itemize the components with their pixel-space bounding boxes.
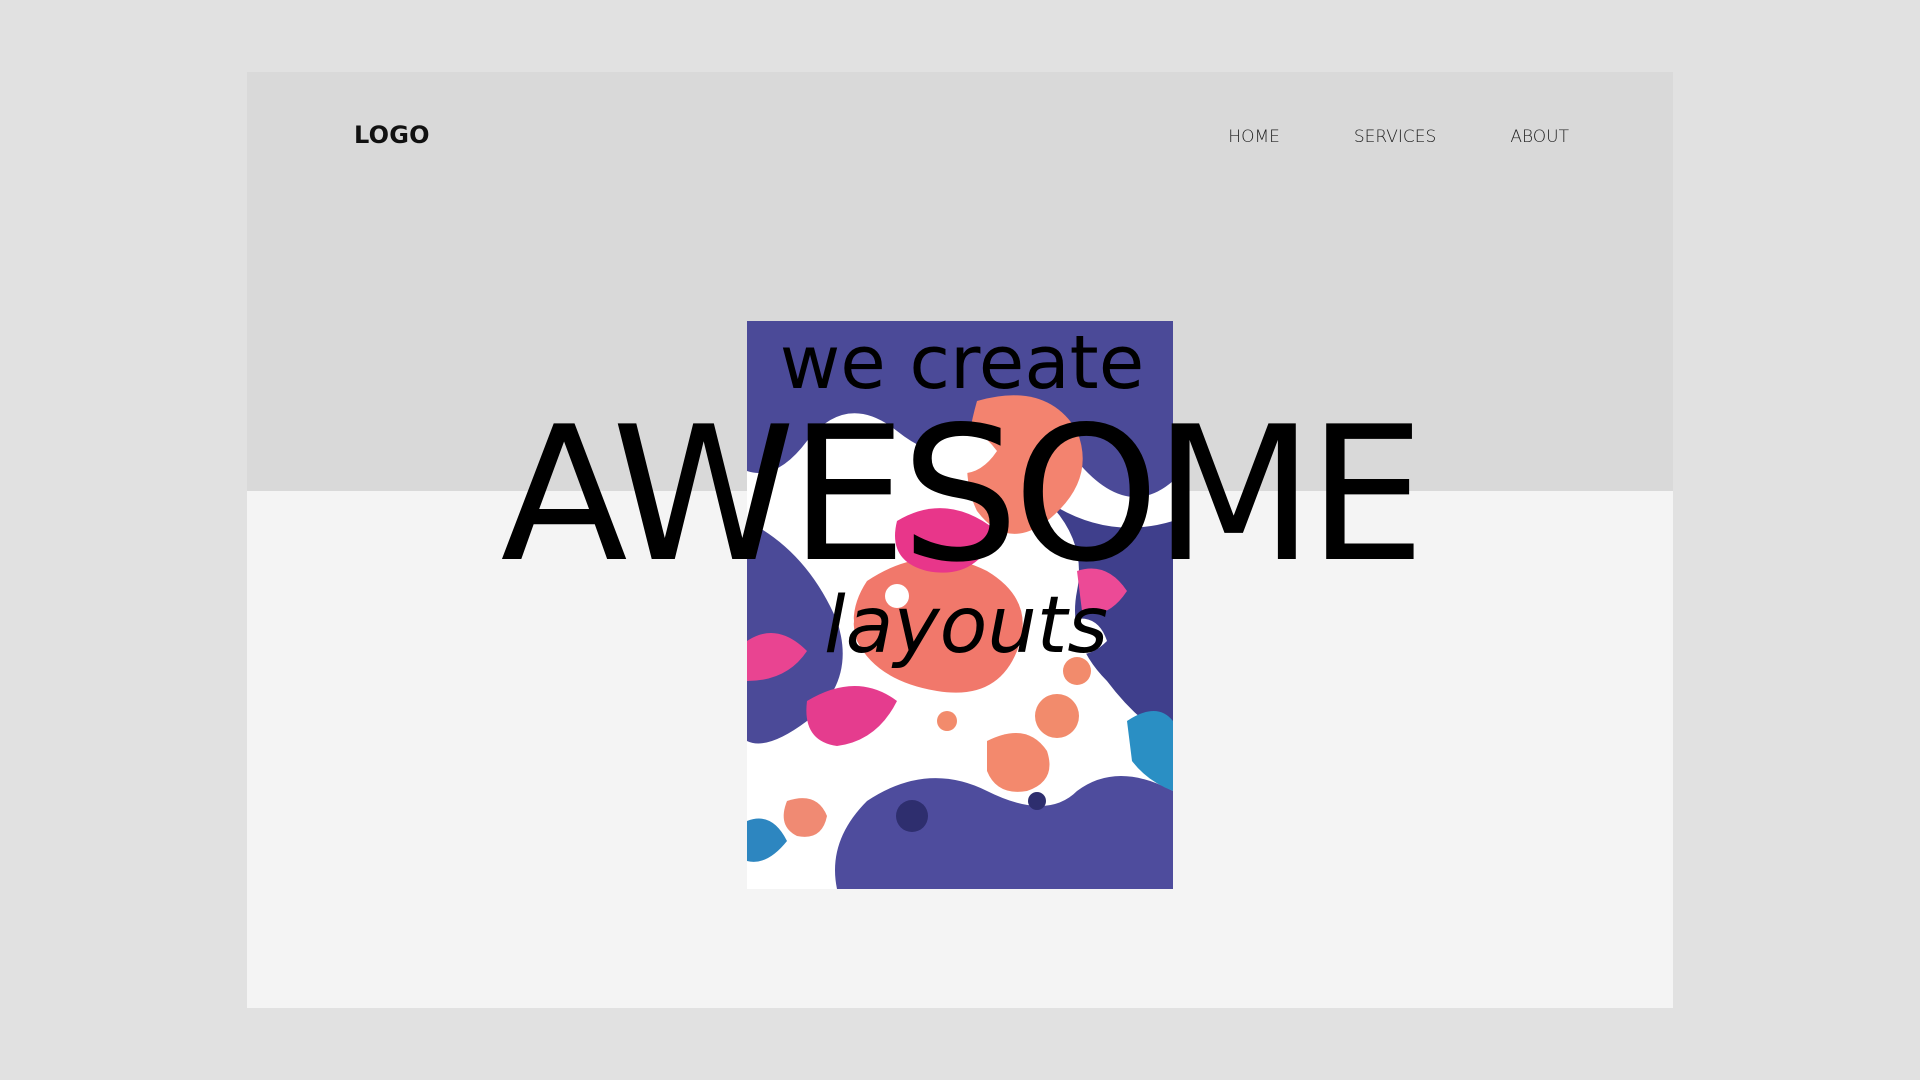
main-nav: HOME SERVICES ABOUT xyxy=(1228,127,1569,147)
hero-line-awesome: AWESOME xyxy=(500,386,1426,603)
hero-line-layouts: layouts xyxy=(823,581,1108,671)
page-frame: LOGO HOME SERVICES ABOUT we create AWESO… xyxy=(247,72,1673,1008)
nav-about-link[interactable]: ABOUT xyxy=(1510,127,1569,147)
logo[interactable]: LOGO xyxy=(354,121,430,149)
nav-home-link[interactable]: HOME xyxy=(1228,127,1280,147)
nav-services-link[interactable]: SERVICES xyxy=(1354,127,1436,147)
